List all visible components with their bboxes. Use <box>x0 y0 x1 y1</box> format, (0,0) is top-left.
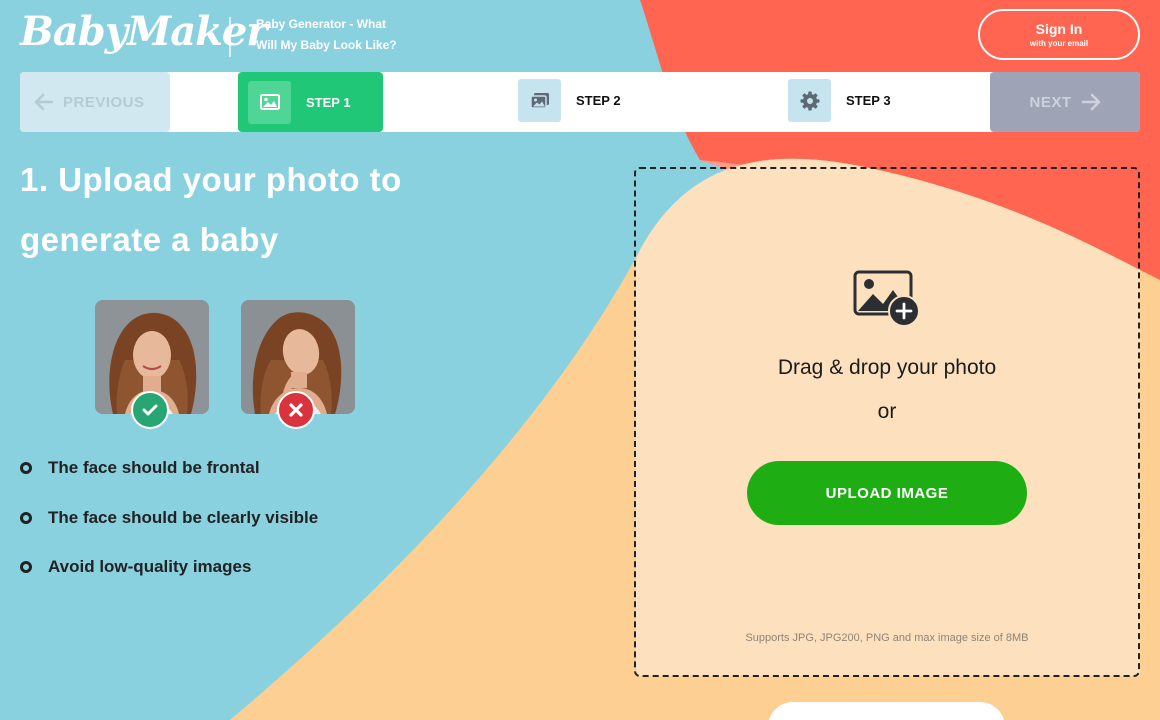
images-icon <box>518 79 561 122</box>
rule-text: The face should be frontal <box>48 458 260 477</box>
bullet-icon <box>20 561 32 573</box>
next-button[interactable]: NEXT <box>990 72 1140 132</box>
check-icon <box>131 391 169 429</box>
bullet-icon <box>20 462 32 474</box>
supported-formats-text: Supports JPG, JPG200, PNG and max image … <box>745 632 1029 644</box>
add-image-icon <box>853 270 921 333</box>
image-icon <box>248 80 291 124</box>
tab-step-2[interactable]: STEP 2 <box>518 79 621 122</box>
step-3-label: STEP 3 <box>846 93 891 108</box>
rule-text: Avoid low-quality images <box>48 557 252 576</box>
bottom-pill-button[interactable] <box>768 702 1005 720</box>
tagline: Baby Generator - What Will My Baby Look … <box>256 14 426 56</box>
drag-drop-text: Drag & drop your photo <box>777 356 997 379</box>
sign-in-button[interactable]: Sign In with your email <box>978 9 1140 60</box>
tab-step-3[interactable]: STEP 3 <box>788 79 891 122</box>
list-item: The face should be frontal <box>20 458 260 478</box>
rule-text: The face should be clearly visible <box>48 508 319 527</box>
step-1-label: STEP 1 <box>306 94 351 110</box>
logo-divider <box>229 17 231 57</box>
list-item: Avoid low-quality images <box>20 557 251 577</box>
arrow-right-icon <box>1081 93 1100 111</box>
page-title: 1. Upload your photo to generate a baby <box>20 150 580 270</box>
page-title-line1: 1. Upload your photo to <box>20 161 402 198</box>
step-2-label: STEP 2 <box>576 93 621 108</box>
bullet-icon <box>20 512 32 524</box>
tagline-line2: Will My Baby Look Like? <box>256 38 397 52</box>
upload-image-button[interactable]: UPLOAD IMAGE <box>747 461 1027 525</box>
list-item: The face should be clearly visible <box>20 508 318 528</box>
previous-button[interactable]: PREVIOUS <box>20 72 170 132</box>
close-icon <box>277 391 315 429</box>
sign-in-sublabel: with your email <box>1029 39 1089 48</box>
next-label: NEXT <box>1029 93 1072 111</box>
sign-in-label: Sign In <box>1035 21 1083 37</box>
page-title-line2: generate a baby <box>20 221 279 258</box>
arrow-left-icon <box>34 93 54 111</box>
tagline-line1: Baby Generator - What <box>256 17 387 31</box>
gear-icon <box>788 79 831 122</box>
tab-step-1[interactable]: STEP 1 <box>238 72 383 132</box>
or-text: or <box>877 400 897 423</box>
previous-label: PREVIOUS <box>63 93 145 111</box>
